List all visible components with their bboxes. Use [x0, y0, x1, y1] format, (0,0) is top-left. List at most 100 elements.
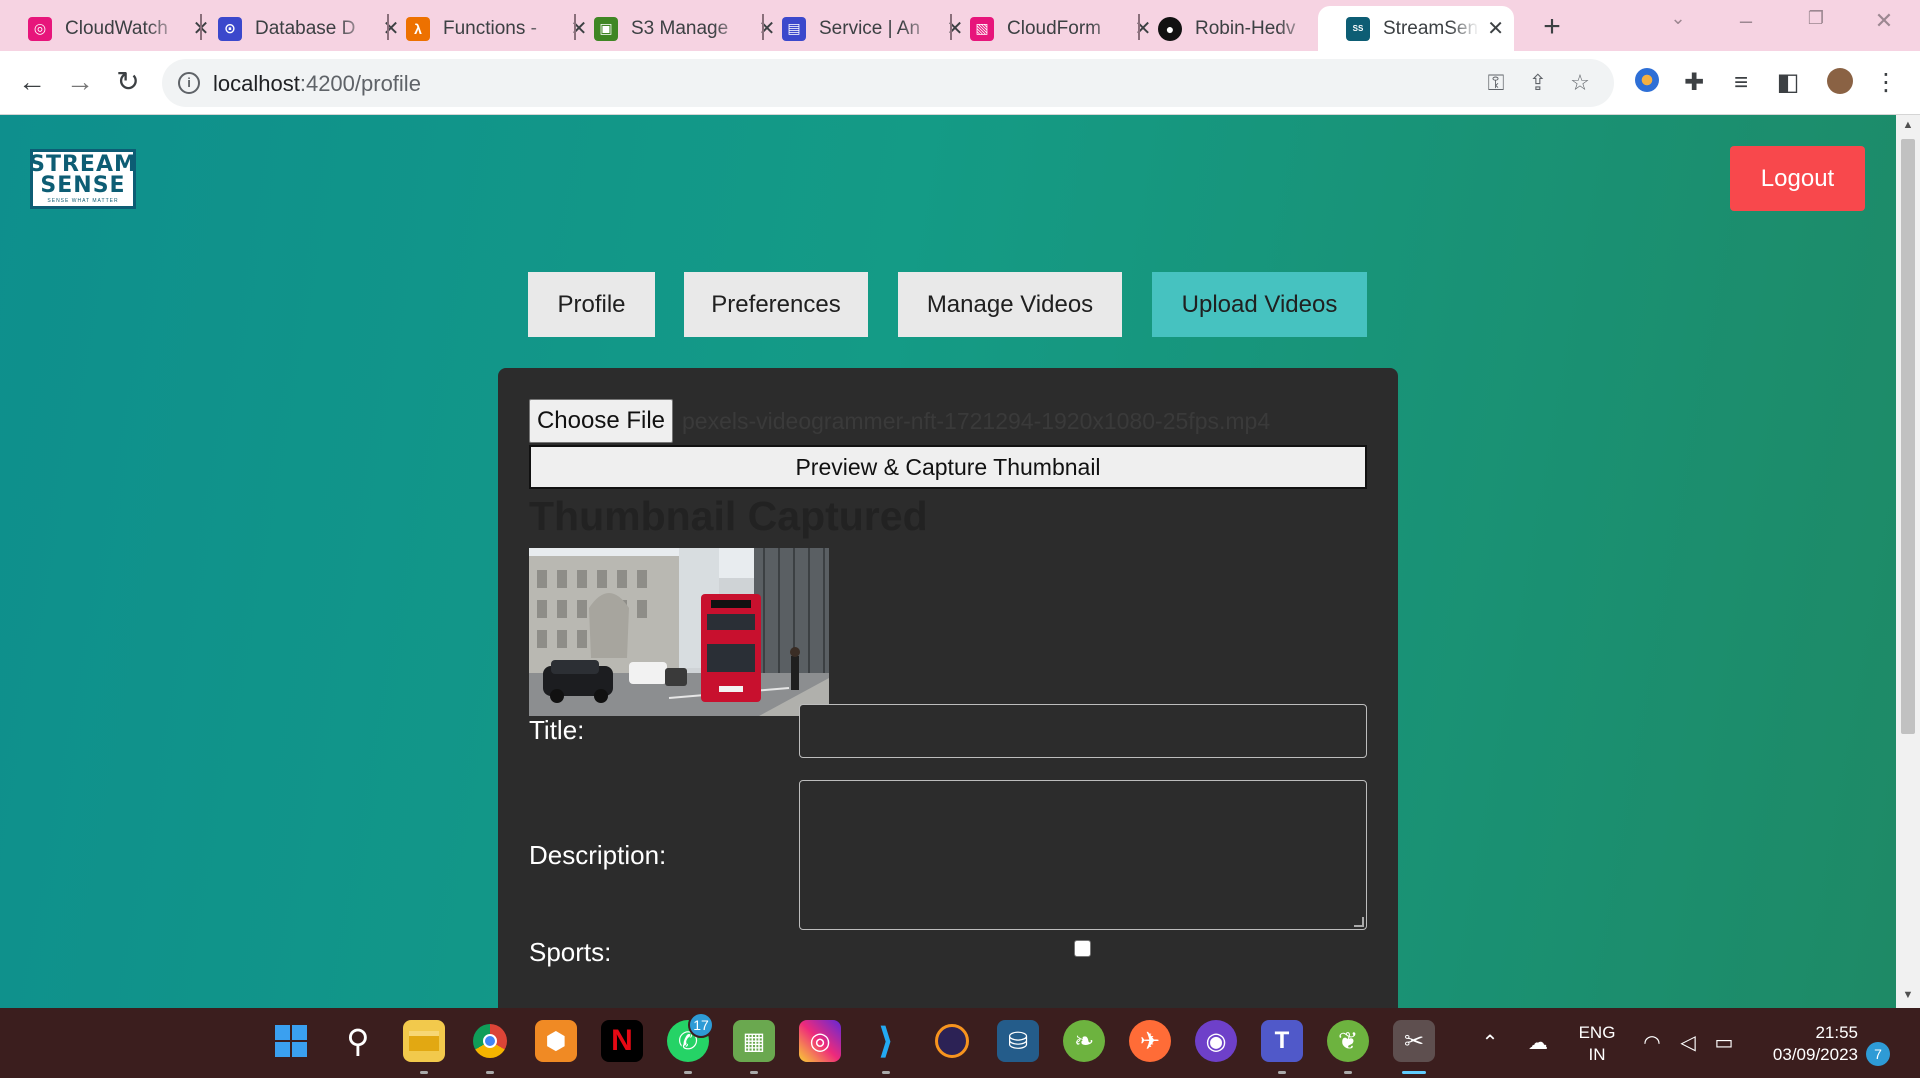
database-icon: ⊙: [218, 16, 242, 41]
running-indicator: [1278, 1071, 1286, 1074]
logo-tagline: SENSE WHAT MATTER: [47, 198, 119, 204]
vscode-icon[interactable]: ⟩: [865, 1020, 907, 1062]
media-playlist-icon[interactable]: ≡: [1725, 68, 1757, 100]
active-indicator: [1402, 1071, 1426, 1074]
running-indicator: [420, 1071, 428, 1074]
avatar[interactable]: [1824, 68, 1856, 100]
mysql-workbench-icon[interactable]: ⛁: [997, 1020, 1039, 1062]
language-indicator[interactable]: ENG IN: [1572, 1022, 1622, 1066]
spring-tools-icon[interactable]: ❧: [1063, 1020, 1105, 1062]
chrome-icon[interactable]: [469, 1020, 511, 1062]
postman-icon[interactable]: ✈: [1129, 1020, 1171, 1062]
scrollbar-thumb[interactable]: [1901, 139, 1915, 734]
running-indicator: [486, 1071, 494, 1074]
image-viewer-icon[interactable]: ▦: [733, 1020, 775, 1062]
restore-icon[interactable]: ❐: [1794, 8, 1838, 29]
description-textarea[interactable]: [799, 780, 1367, 930]
s3-icon: ▣: [594, 16, 618, 41]
browser-tab-streamsense[interactable]: SS StreamSens ✕: [1318, 6, 1514, 51]
url-text[interactable]: localhost:4200/profile: [213, 71, 421, 97]
choose-file-button[interactable]: Choose File: [529, 399, 673, 443]
resize-handle-icon[interactable]: [1354, 917, 1364, 927]
chevron-up-icon[interactable]: ⌃: [1476, 1030, 1504, 1055]
search-icon[interactable]: ⚲: [337, 1020, 379, 1062]
running-indicator: [684, 1071, 692, 1074]
tab-preferences[interactable]: Preferences: [684, 272, 868, 337]
selected-file-name: pexels-videogrammer-nft-1721294-1920x108…: [682, 408, 1271, 434]
reload-icon[interactable]: ↻: [110, 65, 146, 101]
address-bar[interactable]: i localhost:4200/profile ⚿ ⇪ ☆: [162, 59, 1614, 107]
eclipse-icon[interactable]: [931, 1020, 973, 1062]
sports-checkbox[interactable]: [1074, 940, 1091, 957]
tab-title: Service | An: [819, 17, 921, 39]
sports-label: Sports:: [529, 937, 612, 967]
logo-line1: STREAM: [29, 152, 137, 177]
spring-boot-icon[interactable]: ❦: [1327, 1020, 1369, 1062]
thumbnail-image: [529, 548, 829, 716]
side-panel-icon[interactable]: ◧: [1772, 68, 1804, 100]
notification-badge[interactable]: 7: [1866, 1042, 1890, 1066]
new-tab-button[interactable]: +: [1536, 10, 1568, 44]
clock-time: 21:55: [1815, 1023, 1858, 1042]
instagram-icon[interactable]: ◎: [799, 1020, 841, 1062]
tab-title: Functions -: [443, 17, 537, 39]
running-indicator: [882, 1071, 890, 1074]
key-icon[interactable]: ⚿: [1482, 70, 1510, 96]
browser-toolbar: ← → ↻ i localhost:4200/profile ⚿ ⇪ ☆ ✚ ≡…: [0, 51, 1920, 115]
running-indicator: [1344, 1071, 1352, 1074]
wifi-icon[interactable]: ◠: [1638, 1030, 1666, 1055]
battery-icon[interactable]: ▭: [1710, 1030, 1738, 1055]
scroll-up-arrow-icon[interactable]: ▲: [1902, 119, 1914, 131]
share-icon[interactable]: ⇪: [1524, 70, 1552, 96]
teams-icon[interactable]: T: [1261, 1020, 1303, 1062]
onedrive-error-icon[interactable]: ☁: [1524, 1030, 1552, 1055]
tab-title: Robin-Hedv: [1195, 17, 1296, 39]
tab-search-icon[interactable]: ⌄: [1656, 8, 1700, 29]
puzzle-extensions-icon[interactable]: ✚: [1678, 68, 1710, 100]
title-input[interactable]: [799, 704, 1367, 758]
site-info-icon[interactable]: i: [178, 72, 200, 94]
draw-app-icon[interactable]: ⬢: [535, 1020, 577, 1062]
browser-menu-icon[interactable]: ⋮: [1870, 68, 1902, 100]
extension-blue-icon[interactable]: [1631, 68, 1663, 100]
service-icon: ▤: [782, 16, 806, 41]
upload-panel: Choose File pexels-videogrammer-nft-1721…: [498, 368, 1398, 1008]
snipping-tool-icon[interactable]: ✂: [1393, 1020, 1435, 1062]
tab-title: S3 Manage: [631, 17, 729, 39]
description-label: Description:: [529, 840, 667, 870]
tab-profile[interactable]: Profile: [528, 272, 655, 337]
windows-start-icon[interactable]: [270, 1020, 312, 1062]
clock[interactable]: 21:55 03/09/2023: [1752, 1022, 1858, 1066]
tab-manage-videos[interactable]: Manage Videos: [898, 272, 1122, 337]
streamsense-icon: SS: [1346, 16, 1370, 41]
tab-title: StreamSens: [1383, 17, 1480, 39]
close-window-icon[interactable]: ✕: [1862, 8, 1906, 34]
clock-date: 03/09/2023: [1772, 1045, 1858, 1064]
browser-tab-cloudwatch[interactable]: ◎ CloudWatch ✕: [0, 6, 221, 51]
close-icon[interactable]: ✕: [1487, 16, 1504, 41]
volume-icon[interactable]: ◁: [1674, 1030, 1702, 1055]
language-line2: IN: [1588, 1045, 1606, 1064]
tab-title: Database D: [255, 17, 356, 39]
page-scrollbar[interactable]: ▲ ▼: [1896, 115, 1920, 1008]
github-icon: ●: [1158, 16, 1182, 41]
windows-taskbar: ⚲ ⬢ N ✆ 17 ▦ ◎ ⟩ ⛁ ❧ ✈ ◉ T ❦ ✂ ⌃ ☁ ENG I…: [0, 1008, 1920, 1078]
forward-arrow-icon[interactable]: →: [62, 65, 98, 101]
file-explorer-icon[interactable]: [403, 1020, 445, 1062]
netflix-icon[interactable]: N: [601, 1020, 643, 1062]
whatsapp-badge: 17: [688, 1012, 714, 1038]
preview-capture-thumbnail-button[interactable]: Preview & Capture Thumbnail: [529, 445, 1367, 489]
logout-button[interactable]: Logout: [1730, 146, 1865, 211]
minimize-icon[interactable]: –: [1724, 8, 1768, 34]
scroll-down-arrow-icon[interactable]: ▼: [1902, 989, 1914, 1001]
back-arrow-icon[interactable]: ←: [14, 65, 50, 101]
browser-tab-strip: ◎ CloudWatch ✕ ⊙ Database D ✕ λ Function…: [0, 0, 1920, 51]
logo-line2: SENSE: [40, 173, 126, 198]
streamsense-logo[interactable]: STREAM SENSE SENSE WHAT MATTER: [29, 149, 137, 209]
tab-title: CloudWatch: [65, 17, 168, 39]
running-indicator: [750, 1071, 758, 1074]
tab-upload-videos[interactable]: Upload Videos: [1152, 272, 1367, 337]
github-desktop-icon[interactable]: ◉: [1195, 1020, 1237, 1062]
cloudwatch-icon: ◎: [28, 16, 52, 41]
bookmark-star-icon[interactable]: ☆: [1566, 70, 1594, 96]
